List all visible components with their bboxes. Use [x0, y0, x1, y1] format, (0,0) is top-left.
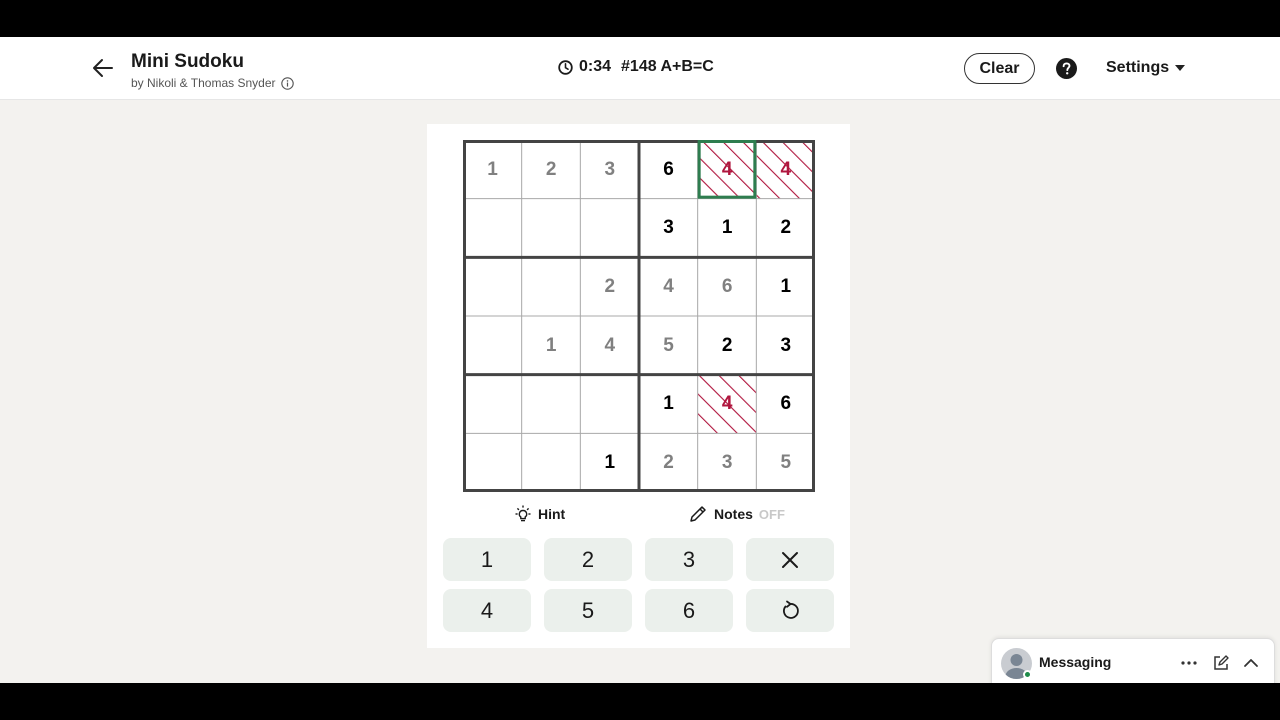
page-title: Mini Sudoku [131, 51, 244, 72]
key-label: 3 [682, 546, 696, 572]
grid-cell-r6-c1[interactable] [464, 434, 521, 491]
grid-cell-r3-c2[interactable] [523, 258, 580, 315]
key-3[interactable]: 3 [645, 538, 733, 581]
sudoku-grid: 1236443122461145231461235 [463, 140, 815, 492]
key-label: 4 [480, 597, 494, 623]
messaging-bar[interactable]: Messaging [991, 638, 1275, 683]
clock-icon [558, 59, 573, 75]
grid-cell-r4-c2[interactable]: 1 [523, 317, 580, 374]
grid-cell-r4-c3[interactable]: 4 [581, 317, 638, 374]
grid-cell-r4-c5[interactable]: 2 [699, 317, 756, 374]
back-arrow-icon[interactable] [90, 55, 116, 81]
app-frame: Mini Sudoku by Nikoli & Thomas Snyder 0:… [0, 37, 1280, 683]
key-label: 5 [581, 597, 595, 623]
key-5[interactable]: 5 [544, 589, 632, 632]
grid-cell-r5-c6[interactable]: 6 [757, 376, 814, 433]
grid-cell-r4-c1[interactable] [464, 317, 521, 374]
caret-down-icon [1175, 65, 1186, 71]
key-label: 2 [581, 546, 595, 572]
undo-icon [783, 600, 799, 619]
notes-state: OFF [758, 506, 785, 522]
key-2[interactable]: 2 [544, 538, 632, 581]
grid-cell-r6-c3[interactable]: 1 [581, 434, 638, 491]
game-card: 1236443122461145231461235 Hint Notes OFF… [427, 124, 850, 648]
erase-button[interactable] [746, 538, 834, 581]
notes-label: Notes [714, 506, 753, 522]
lightbulb-icon [515, 505, 531, 522]
grid-cell-r1-c5[interactable]: 4 [699, 141, 756, 198]
grid-cell-r2-c3[interactable] [581, 200, 638, 257]
grid-cell-r5-c4[interactable]: 1 [640, 376, 697, 433]
grid-cell-r5-c5[interactable]: 4 [699, 376, 756, 433]
pencil-icon [690, 506, 706, 522]
close-icon [782, 551, 798, 568]
notes-toggle[interactable]: Notes OFF [688, 504, 785, 524]
undo-button[interactable] [746, 589, 834, 632]
online-status-dot [1023, 670, 1032, 679]
grid-cell-r2-c1[interactable] [464, 200, 521, 257]
grid-cell-r5-c1[interactable] [464, 376, 521, 433]
chevron-up-icon[interactable] [1242, 654, 1260, 672]
more-options-icon[interactable] [1180, 654, 1198, 672]
key-1[interactable]: 1 [443, 538, 531, 581]
hint-label: Hint [538, 506, 566, 522]
settings-menu[interactable]: Settings [1106, 59, 1186, 77]
byline: by Nikoli & Thomas Snyder [131, 76, 294, 90]
key-label: 6 [682, 597, 696, 623]
grid-cell-r2-c2[interactable] [523, 200, 580, 257]
grid-cell-r2-c6[interactable]: 2 [757, 200, 814, 257]
grid-cell-r1-c1[interactable]: 1 [464, 141, 521, 198]
grid-cell-r1-c3[interactable]: 3 [581, 141, 638, 198]
grid-cell-r2-c4[interactable]: 3 [640, 200, 697, 257]
compose-icon[interactable] [1212, 654, 1230, 672]
byline-text: by Nikoli & Thomas Snyder [131, 76, 276, 90]
grid-cell-r6-c2[interactable] [523, 434, 580, 491]
timer: 0:34 [579, 58, 612, 75]
grid-cell-r6-c4[interactable]: 2 [640, 434, 697, 491]
grid-cell-r4-c4[interactable]: 5 [640, 317, 697, 374]
key-label: 1 [480, 546, 494, 572]
key-6[interactable]: 6 [645, 589, 733, 632]
grid-cell-r5-c2[interactable] [523, 376, 580, 433]
grid-cell-r3-c5[interactable]: 6 [699, 258, 756, 315]
grid-cell-r6-c5[interactable]: 3 [699, 434, 756, 491]
settings-label: Settings [1106, 59, 1170, 76]
grid-cell-r1-c2[interactable]: 2 [523, 141, 580, 198]
puzzle-info: 0:34 #148 A+B=C [558, 58, 714, 76]
top-bar: Mini Sudoku by Nikoli & Thomas Snyder 0:… [0, 37, 1280, 100]
grid-cell-r2-c5[interactable]: 1 [699, 200, 756, 257]
grid-cell-r3-c3[interactable]: 2 [581, 258, 638, 315]
puzzle-label: #148 A+B=C [621, 58, 714, 75]
key-4[interactable]: 4 [443, 589, 531, 632]
grid-cell-r5-c3[interactable] [581, 376, 638, 433]
grid-cell-r3-c1[interactable] [464, 258, 521, 315]
grid-cell-r1-c4[interactable]: 6 [640, 141, 697, 198]
grid-cell-r1-c6[interactable]: 4 [757, 141, 814, 198]
messaging-label: Messaging [1039, 654, 1112, 670]
tool-row: Hint Notes OFF [427, 504, 850, 528]
clear-button[interactable]: Clear [964, 53, 1035, 84]
grid-cell-r6-c6[interactable]: 5 [757, 434, 814, 491]
grid-cell-r4-c6[interactable]: 3 [757, 317, 814, 374]
hint-button[interactable]: Hint [513, 504, 565, 524]
grid-cell-r3-c6[interactable]: 1 [757, 258, 814, 315]
grid-cell-r3-c4[interactable]: 4 [640, 258, 697, 315]
info-icon[interactable] [280, 76, 294, 90]
help-icon[interactable] [1056, 58, 1077, 79]
